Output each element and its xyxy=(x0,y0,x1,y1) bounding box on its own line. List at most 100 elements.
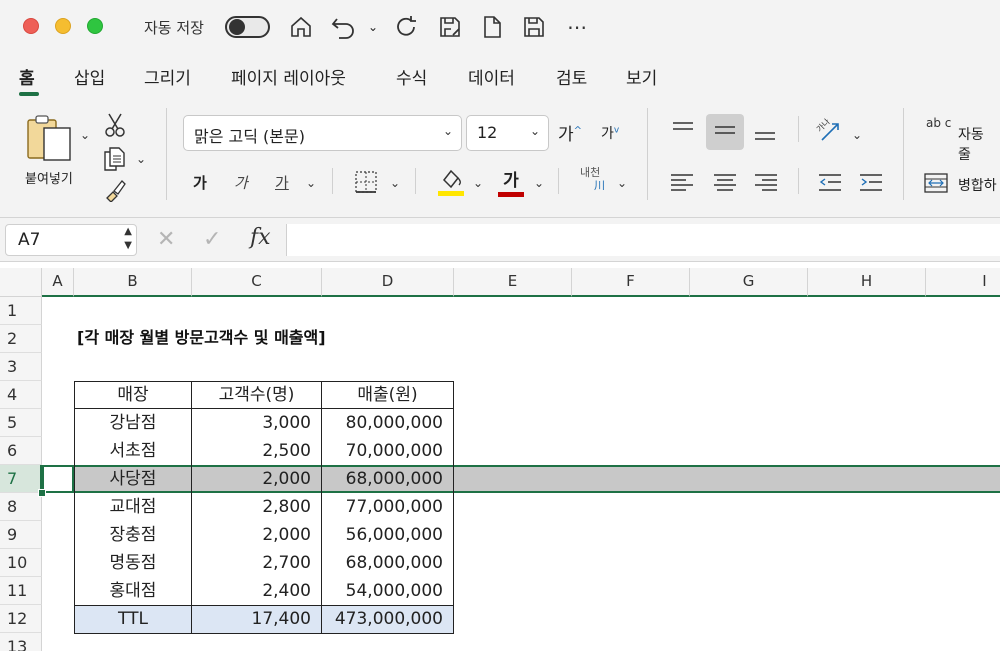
tab-draw[interactable]: 그리기 xyxy=(144,64,191,89)
merge-center-button[interactable]: 병합하 xyxy=(958,175,997,195)
row-header[interactable]: 3 xyxy=(0,353,42,381)
cell-customers[interactable]: 2,000 xyxy=(192,465,322,493)
tab-page-layout[interactable]: 페이지 레이아웃 xyxy=(231,64,346,89)
orientation-icon[interactable]: 가나 xyxy=(815,117,844,148)
minimize-window-button[interactable] xyxy=(55,18,71,34)
select-all-corner[interactable] xyxy=(0,268,42,297)
row-header[interactable]: 5 xyxy=(0,409,42,437)
align-top-icon[interactable] xyxy=(672,120,694,146)
header-customers[interactable]: 고객수(명) xyxy=(192,381,322,409)
tab-data[interactable]: 데이터 xyxy=(468,64,515,89)
cell-sales[interactable]: 68,000,000 xyxy=(322,465,454,493)
orientation-dropdown-icon[interactable]: ⌄ xyxy=(852,128,862,142)
cell-customers[interactable]: 2,000 xyxy=(192,521,322,549)
column-header-a[interactable]: A xyxy=(42,268,74,297)
cancel-formula-icon[interactable]: ✕ xyxy=(157,227,175,252)
paste-button[interactable] xyxy=(26,114,76,166)
total-label[interactable]: TTL xyxy=(74,605,192,633)
underline-dropdown-icon[interactable]: ⌄ xyxy=(306,176,316,190)
phonetic-dropdown-icon[interactable]: ⌄ xyxy=(617,176,627,190)
tab-formulas[interactable]: 수식 xyxy=(396,64,427,89)
insert-function-button[interactable]: fx xyxy=(250,225,271,250)
row-header[interactable]: 13 xyxy=(0,633,42,651)
row-header[interactable]: 9 xyxy=(0,521,42,549)
cell-customers[interactable]: 2,700 xyxy=(192,549,322,577)
tab-home[interactable]: 홈 xyxy=(19,64,35,89)
font-name-select[interactable]: 맑은 고딕 (본문) ⌄ xyxy=(183,115,462,151)
row-header-selected[interactable]: 7 xyxy=(0,465,42,493)
row-header[interactable]: 12 xyxy=(0,605,42,633)
cell-store[interactable]: 장충점 xyxy=(74,521,192,549)
tab-view[interactable]: 보기 xyxy=(626,64,657,89)
cut-icon[interactable] xyxy=(104,112,126,142)
cell-store[interactable]: 명동점 xyxy=(74,549,192,577)
align-bottom-icon[interactable] xyxy=(754,120,776,146)
maximize-window-button[interactable] xyxy=(87,18,103,34)
borders-icon[interactable] xyxy=(354,170,378,198)
wrap-text-button[interactable]: 자동 줄 xyxy=(958,124,1000,164)
row-header[interactable]: 10 xyxy=(0,549,42,577)
tab-insert[interactable]: 삽입 xyxy=(74,64,105,89)
bold-button[interactable]: 가 xyxy=(193,172,207,193)
spreadsheet-grid[interactable]: A B C D E F G H I 1 2 3 4 5 6 7 8 9 10 1… xyxy=(0,262,1000,651)
cell-customers[interactable]: 2,500 xyxy=(192,437,322,465)
column-header-b[interactable]: B xyxy=(74,268,192,297)
font-color-button[interactable]: 가 xyxy=(498,166,524,197)
formula-input[interactable] xyxy=(286,224,1000,256)
borders-dropdown-icon[interactable]: ⌄ xyxy=(390,176,400,190)
cell-customers[interactable]: 2,800 xyxy=(192,493,322,521)
column-header-e[interactable]: E xyxy=(454,268,572,297)
copy-dropdown-icon[interactable]: ⌄ xyxy=(136,152,146,166)
fill-color-icon[interactable] xyxy=(438,166,464,200)
cell-sales[interactable]: 80,000,000 xyxy=(322,409,454,437)
save-as-icon[interactable] xyxy=(436,12,464,42)
fill-color-dropdown-icon[interactable]: ⌄ xyxy=(473,176,483,190)
row-header[interactable]: 4 xyxy=(0,381,42,409)
redo-icon[interactable] xyxy=(392,12,420,42)
format-painter-icon[interactable] xyxy=(103,178,127,206)
home-icon[interactable] xyxy=(287,12,315,42)
row-header[interactable]: 6 xyxy=(0,437,42,465)
font-size-select[interactable]: 12 ⌄ xyxy=(466,115,549,151)
header-store[interactable]: 매장 xyxy=(74,381,192,409)
name-box[interactable]: A7 ▲ ▼ xyxy=(5,224,137,256)
enter-formula-icon[interactable]: ✓ xyxy=(203,227,221,252)
row-header[interactable]: 2 xyxy=(0,325,42,353)
close-window-button[interactable] xyxy=(23,18,39,34)
increase-indent-icon[interactable] xyxy=(859,172,883,198)
cell-store[interactable]: 교대점 xyxy=(74,493,192,521)
align-center-icon[interactable] xyxy=(713,172,737,198)
column-header-d[interactable]: D xyxy=(322,268,454,297)
font-color-dropdown-icon[interactable]: ⌄ xyxy=(534,176,544,190)
save-icon[interactable] xyxy=(520,12,548,42)
cell-sales[interactable]: 68,000,000 xyxy=(322,549,454,577)
underline-button[interactable]: 가 xyxy=(275,172,289,193)
phonetic-button[interactable]: 내천 川 xyxy=(580,166,605,192)
italic-button[interactable]: 가 xyxy=(234,172,248,193)
cell-sales[interactable]: 70,000,000 xyxy=(322,437,454,465)
total-sales[interactable]: 473,000,000 xyxy=(322,605,454,633)
column-header-g[interactable]: G xyxy=(690,268,808,297)
new-file-icon[interactable] xyxy=(478,12,506,42)
total-customers[interactable]: 17,400 xyxy=(192,605,322,633)
shrink-font-button[interactable]: 가v xyxy=(601,123,619,143)
header-sales[interactable]: 매출(원) xyxy=(322,381,454,409)
cell-store[interactable]: 홍대점 xyxy=(74,577,192,605)
cell-store[interactable]: 사당점 xyxy=(74,465,192,493)
row-header[interactable]: 8 xyxy=(0,493,42,521)
undo-dropdown-chevron-icon[interactable]: ⌄ xyxy=(364,12,382,42)
column-header-f[interactable]: F xyxy=(572,268,690,297)
column-header-h[interactable]: H xyxy=(808,268,926,297)
paste-dropdown-icon[interactable]: ⌄ xyxy=(80,128,90,142)
undo-icon[interactable] xyxy=(330,12,358,42)
autosave-toggle[interactable] xyxy=(225,16,270,38)
grow-font-button[interactable]: 가^ xyxy=(558,120,582,145)
column-header-i[interactable]: I xyxy=(926,268,1000,297)
active-cell[interactable] xyxy=(42,465,74,493)
fill-handle[interactable] xyxy=(38,489,46,497)
row-header[interactable]: 11 xyxy=(0,577,42,605)
align-right-icon[interactable] xyxy=(754,172,778,198)
cell-sales[interactable]: 56,000,000 xyxy=(322,521,454,549)
decrease-indent-icon[interactable] xyxy=(818,172,842,198)
copy-icon[interactable] xyxy=(102,146,128,176)
